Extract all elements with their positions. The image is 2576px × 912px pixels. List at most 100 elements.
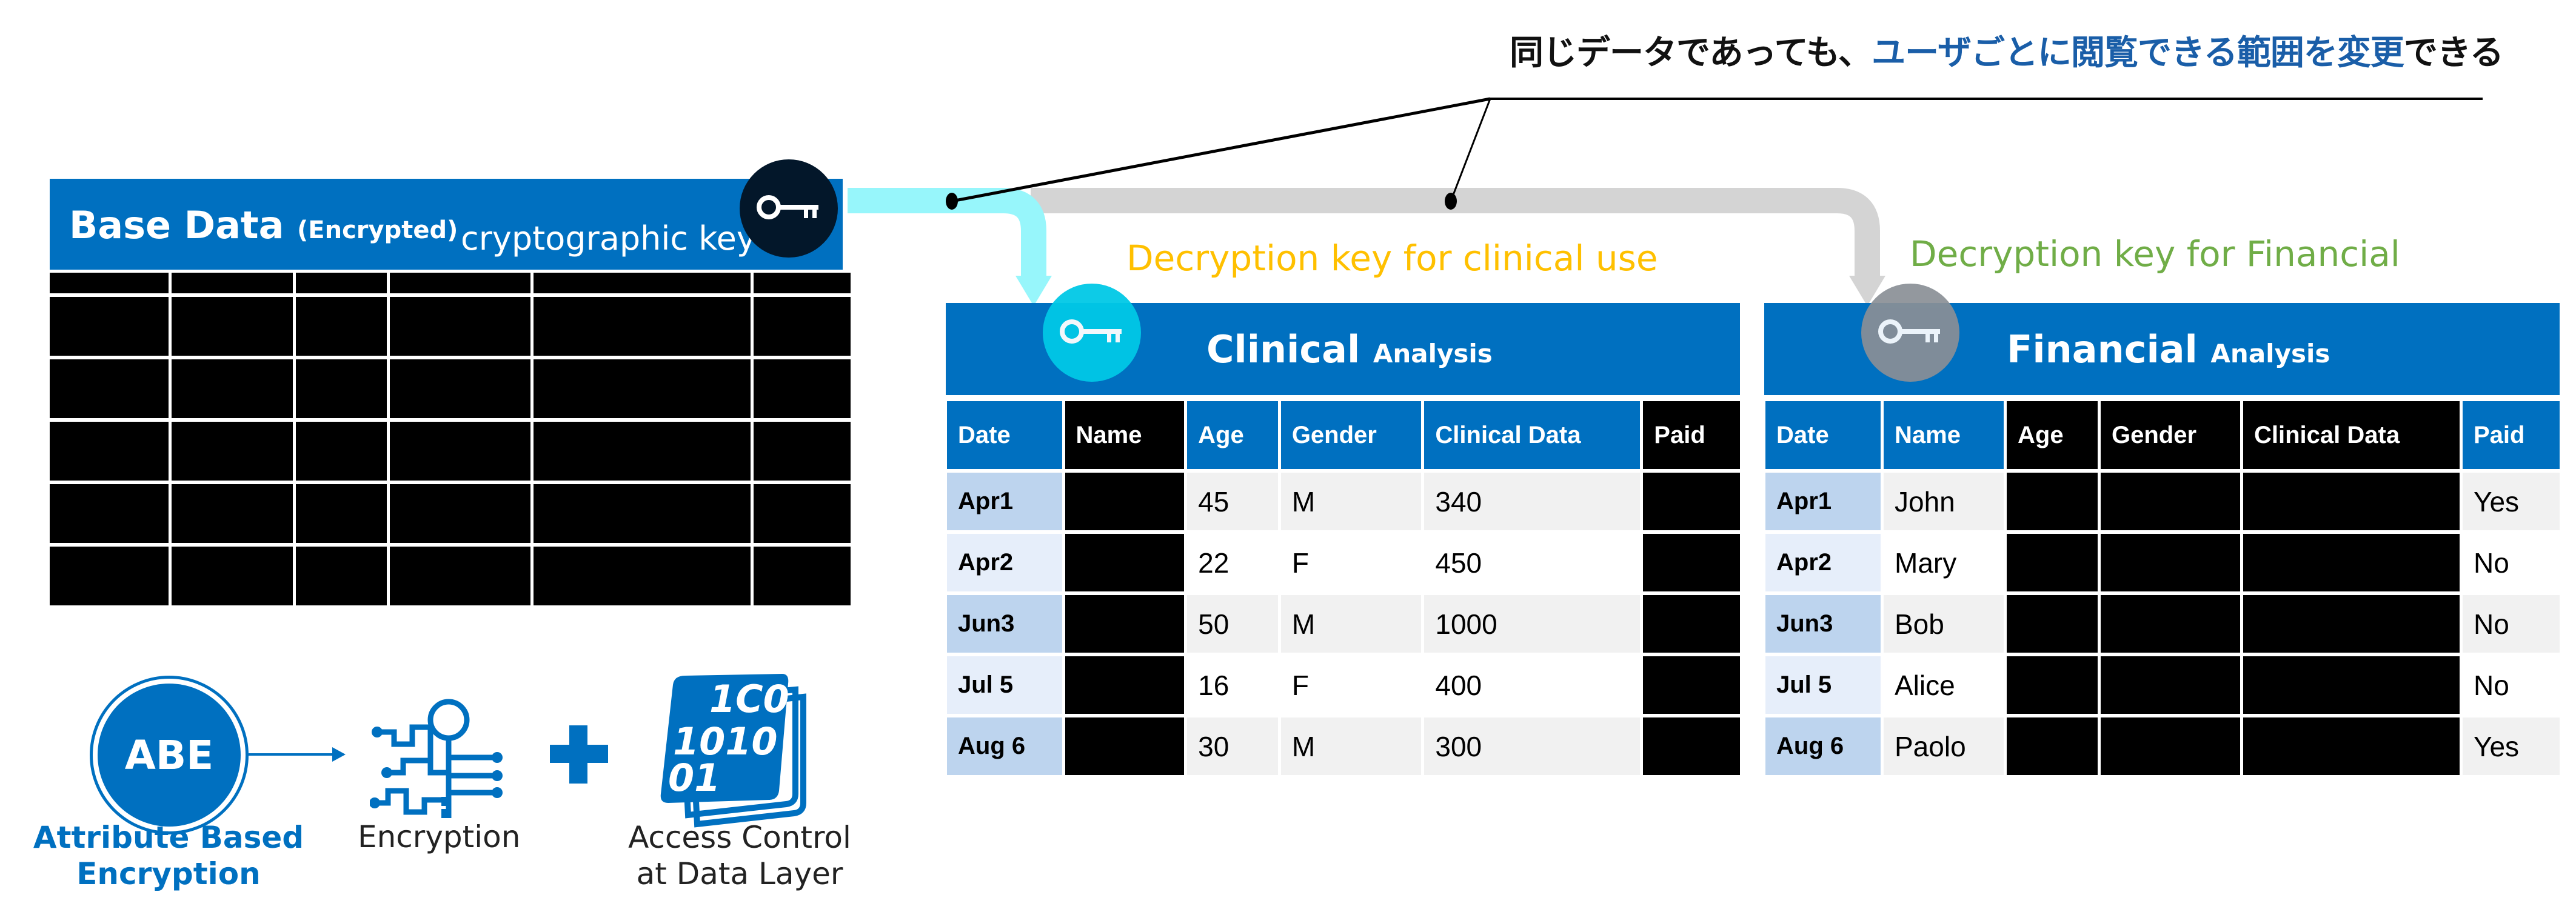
masked-cell (2007, 534, 2098, 591)
encrypted-cell (390, 359, 530, 418)
table-row: Apr2 Mary No (1765, 534, 2560, 591)
masked-cell (1643, 656, 1740, 714)
column-header: Name (1884, 401, 2004, 469)
encrypted-cell (50, 547, 169, 605)
encrypted-data-grid (50, 273, 851, 605)
clinical-title-text: Clinical (1206, 327, 1360, 371)
masked-cell (2101, 473, 2240, 530)
masked-cell (2243, 717, 2460, 775)
table-cell: 50 (1187, 595, 1278, 653)
table-row: Aug 6 30 M 300 (947, 717, 1740, 775)
column-header: Clinical Data (2243, 401, 2460, 469)
encrypted-cell (50, 273, 169, 293)
encrypted-cell (172, 484, 293, 543)
encrypted-cell (754, 547, 851, 605)
masked-cell (1643, 717, 1740, 775)
financial-key-badge (1861, 284, 1959, 382)
table-cell: Bob (1884, 595, 2004, 653)
financial-title-text: Financial (2007, 327, 2198, 371)
table-cell: Mary (1884, 534, 2004, 591)
table-cell: Apr2 (947, 534, 1062, 591)
clinical-table: Date Name Age Gender Clinical Data Paid Apr1 4… (944, 398, 1743, 779)
clinical-panel-title: Clinical Analysis (1206, 327, 1493, 371)
masked-cell (2101, 656, 2240, 714)
table-row: Apr2 22 F 450 (947, 534, 1740, 591)
table-row: Jun3 50 M 1000 (947, 595, 1740, 653)
encrypted-cell (172, 422, 293, 481)
key-icon (1060, 319, 1122, 344)
table-cell: John (1884, 473, 2004, 530)
encrypted-cell (534, 547, 751, 605)
encrypted-cell (534, 359, 751, 418)
encrypted-cell (296, 547, 387, 605)
encrypted-cell (754, 359, 851, 418)
table-cell: Yes (2463, 717, 2560, 775)
clinical-key-badge (1043, 284, 1141, 382)
encrypted-cell (390, 547, 530, 605)
table-cell: Jul 5 (1765, 656, 1881, 714)
callout-dot-b (1445, 193, 1457, 210)
table-row: Jul 5 Alice No (1765, 656, 2560, 714)
table-cell: Apr2 (1765, 534, 1881, 591)
table-cell: M (1280, 717, 1422, 775)
encrypted-cell (754, 273, 851, 293)
table-cell: Paolo (1884, 717, 2004, 775)
masked-cell (2243, 656, 2460, 714)
masked-cell (2243, 534, 2460, 591)
masked-cell (1643, 534, 1740, 591)
masked-cell (2243, 595, 2460, 653)
encrypted-cell (50, 484, 169, 543)
table-cell: 16 (1187, 656, 1278, 714)
encrypted-cell (534, 273, 751, 293)
cryptographic-key-badge (740, 159, 838, 258)
table-row: Apr1 45 M 340 (947, 473, 1740, 530)
clinical-flow-arrowhead (1015, 276, 1052, 306)
masked-cell (1065, 717, 1185, 775)
encrypted-cell (534, 297, 751, 356)
table-cell: Apr1 (947, 473, 1062, 530)
financial-subtitle: Analysis (2210, 339, 2330, 368)
encrypted-cell (390, 297, 530, 356)
base-data-title: Base Data (Encrypted) (69, 203, 458, 247)
callout-line-b (1450, 98, 1491, 202)
table-row: Jun3 Bob No (1765, 595, 2560, 653)
masked-cell (2243, 473, 2460, 530)
base-data-title-text: Base Data (69, 203, 284, 247)
table-cell: Apr1 (1765, 473, 1881, 530)
table-cell: Aug 6 (1765, 717, 1881, 775)
column-header: Paid (1643, 401, 1740, 469)
table-cell: 340 (1424, 473, 1641, 530)
masked-cell (2101, 534, 2240, 591)
encrypted-cell (534, 484, 751, 543)
abe-badge-text: ABE (98, 684, 241, 827)
column-header: Date (1765, 401, 1881, 469)
callout-line-a (951, 97, 1491, 203)
table-row: Aug 6 Paolo Yes (1765, 717, 2560, 775)
masked-cell (1643, 473, 1740, 530)
abe-label-line1: Attribute Based (33, 820, 304, 855)
table-cell: No (2463, 534, 2560, 591)
table-cell: 1000 (1424, 595, 1641, 653)
encrypted-cell (172, 547, 293, 605)
table-row: Jul 5 16 F 400 (947, 656, 1740, 714)
table-cell: Yes (2463, 473, 2560, 530)
arrow-right-icon (249, 747, 346, 762)
table-cell: 30 (1187, 717, 1278, 775)
table-cell: 450 (1424, 534, 1641, 591)
abe-badge: ABE (90, 676, 249, 834)
column-header: Gender (1280, 401, 1422, 469)
abe-label: Attribute Based Encryption (32, 819, 306, 892)
base-data-subtitle: (Encrypted) (297, 216, 458, 244)
masked-cell (2007, 717, 2098, 775)
column-header: Paid (2463, 401, 2560, 469)
clinical-header-row: Date Name Age Gender Clinical Data Paid (947, 401, 1740, 469)
binary-line-3: 01 (668, 756, 720, 800)
table-cell: 22 (1187, 534, 1278, 591)
encrypted-cell (296, 422, 387, 481)
table-cell: No (2463, 595, 2560, 653)
financial-key-label: Decryption key for Financial (1910, 233, 2400, 275)
column-header: Gender (2101, 401, 2240, 469)
encrypted-cell (172, 273, 293, 293)
binary-line-1: 1C0 (709, 677, 789, 721)
encrypted-cell (296, 359, 387, 418)
